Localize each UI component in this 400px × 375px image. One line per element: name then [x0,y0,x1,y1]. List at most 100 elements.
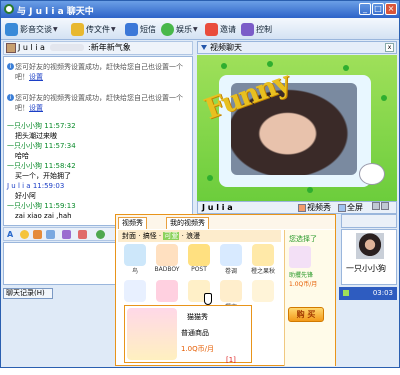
toolbar: 影音交谈 ▼ 传文件 ▼ 短信 娱乐 ▼ 邀请 控制 [1,18,399,40]
clover-icon [221,63,227,69]
gear-icon [372,202,380,210]
tab-my-video-show[interactable]: 我的视频秀 [166,217,209,229]
chevron-down-icon[interactable]: ▼ [193,26,198,33]
popup-tabs: 视频秀 我的视频秀 [116,215,335,229]
self-video-image [356,233,384,259]
item-thumbnail [188,244,210,266]
tool-sms[interactable]: 短信 [125,21,156,37]
video-show-button[interactable]: 视频秀 [298,202,331,213]
selected-item-price: 1.0Q币/月 [289,281,318,288]
disc-icon [161,22,174,36]
maximize-button[interactable]: □ [372,3,384,15]
tool-control[interactable]: 控制 [241,21,272,37]
music-icon[interactable] [78,230,87,239]
tool-label: 影音交谈 [20,24,52,34]
self-video-toolbar [341,214,397,228]
item-price: 1.0Q币/月 [181,345,215,353]
screenshot-icon[interactable] [46,230,55,239]
chevron-down-icon[interactable]: ▼ [53,26,58,33]
title-bar: 与 J u l i a 聊天中 [1,1,399,18]
tool-label: 短信 [140,24,156,34]
fullscreen-icon [338,203,346,212]
fun-icon[interactable] [96,230,105,239]
video-toolbar: J u l i a 视频秀 全屏 [197,201,397,214]
emoticon-icon[interactable] [20,230,29,239]
video-panel-header: 视频聊天 x [197,41,397,54]
info-icon: i [7,94,14,101]
tool-video-chat[interactable]: 影音交谈 ▼ [5,21,58,37]
qq-logo-icon [4,4,14,14]
message-text: 把头潮过来嗷 [15,132,57,140]
close-icon[interactable]: x [385,43,394,52]
page-number[interactable]: [1] [226,356,236,364]
system-message: i 您可好友的视频秀设置成功，赶快给您自己也设置一个吧！设置 [7,62,189,82]
item-thumbnail [252,280,274,302]
image-icon[interactable] [62,230,71,239]
video-panel-title: 视频聊天 [210,43,242,52]
message-header: 一只小小狗 11:57:32 [7,122,76,130]
tool-send-file[interactable]: 传文件 ▼ [71,21,116,37]
contact-status: :新年新气象 [88,43,131,52]
category-cute[interactable]: 可爱 [163,232,180,240]
message-header: J u l i a 11:59:03 [7,182,65,190]
clover-icon [267,61,273,67]
message-header: 一只小小狗 11:58:42 [7,162,76,170]
tool-label: 传文件 [86,24,110,34]
history-button[interactable]: 聊天记录(H) [3,288,53,299]
remote-video: Funny [197,55,397,201]
remote-name: J u l i a [202,203,233,212]
avatar[interactable] [6,43,16,53]
clover-icon [381,95,387,101]
buy-button[interactable]: 购 买 [288,307,324,322]
blurred-id [49,44,84,51]
fullscreen-button[interactable]: 全屏 [338,202,363,213]
contact-bar: J u l i a :新年新气象 [3,41,193,55]
chevron-down-icon[interactable]: ▼ [111,26,116,33]
phone-icon [125,22,138,36]
clover-icon [307,187,313,193]
font-icon[interactable]: A [7,230,16,239]
magic-icon[interactable] [33,230,42,239]
item-detail-tooltip: 猫猫秀 普通商品 1.0Q币/月 [124,305,252,363]
mic-icon [381,202,389,210]
selected-item-name: 助攫先锋 [289,272,314,279]
control-icon [241,22,254,36]
item-cell[interactable]: 橙之果秋 [248,243,278,277]
item-cell[interactable] [248,279,278,313]
category-cover[interactable]: 封面 [122,232,136,240]
message-header: 一只小小狗 11:57:34 [7,142,76,150]
tool-entertainment[interactable]: 娱乐 ▼ [161,21,198,37]
self-video: 一只小小狗 [341,229,397,285]
category-romantic[interactable]: 浪漫 [186,232,200,240]
tool-label: 娱乐 [176,24,192,34]
tab-video-show[interactable]: 视频秀 [118,217,147,229]
chat-history[interactable]: i 您可好友的视频秀设置成功，赶快给您自己也设置一个吧！设置 i 您可好友的视频秀设… [3,56,193,226]
tool-label: 邀请 [220,24,236,34]
video-show-icon [298,203,306,212]
setup-link[interactable]: 设置 [29,104,43,112]
minimize-button[interactable]: _ [359,3,371,15]
item-thumbnail [124,280,146,302]
item-thumbnail [220,244,242,266]
item-cell[interactable]: POST [184,243,214,277]
message-header: 一只小小狗 11:59:13 [7,202,76,210]
item-cell[interactable]: BADBOY [152,243,182,277]
collapse-icon[interactable] [201,45,207,50]
message-text: 好小阿 [15,192,36,200]
item-preview-image [127,308,177,360]
video-show-popup: 视频秀 我的视频秀 封面 · 搞怪 · 可爱 · 浪漫 鸟 BADBOY POS… [115,214,336,366]
close-button[interactable]: × [385,3,397,15]
item-thumbnail [220,280,242,302]
setup-link[interactable]: 设置 [29,73,43,81]
clover-icon [343,65,349,71]
message-text: 哈哈 [15,152,29,160]
item-cell[interactable]: 鸟 [120,243,150,277]
video-settings-button[interactable] [372,202,390,210]
signal-icon [343,290,349,296]
category-funny[interactable]: 搞怪 [143,232,157,240]
tool-invite[interactable]: 邀请 [205,21,236,37]
call-timer: 03:03 [372,289,393,297]
category-bar: 封面 · 搞怪 · 可爱 · 浪漫 [118,230,281,242]
item-cell[interactable]: 卷调 [216,243,246,277]
item-thumbnail [124,244,146,266]
